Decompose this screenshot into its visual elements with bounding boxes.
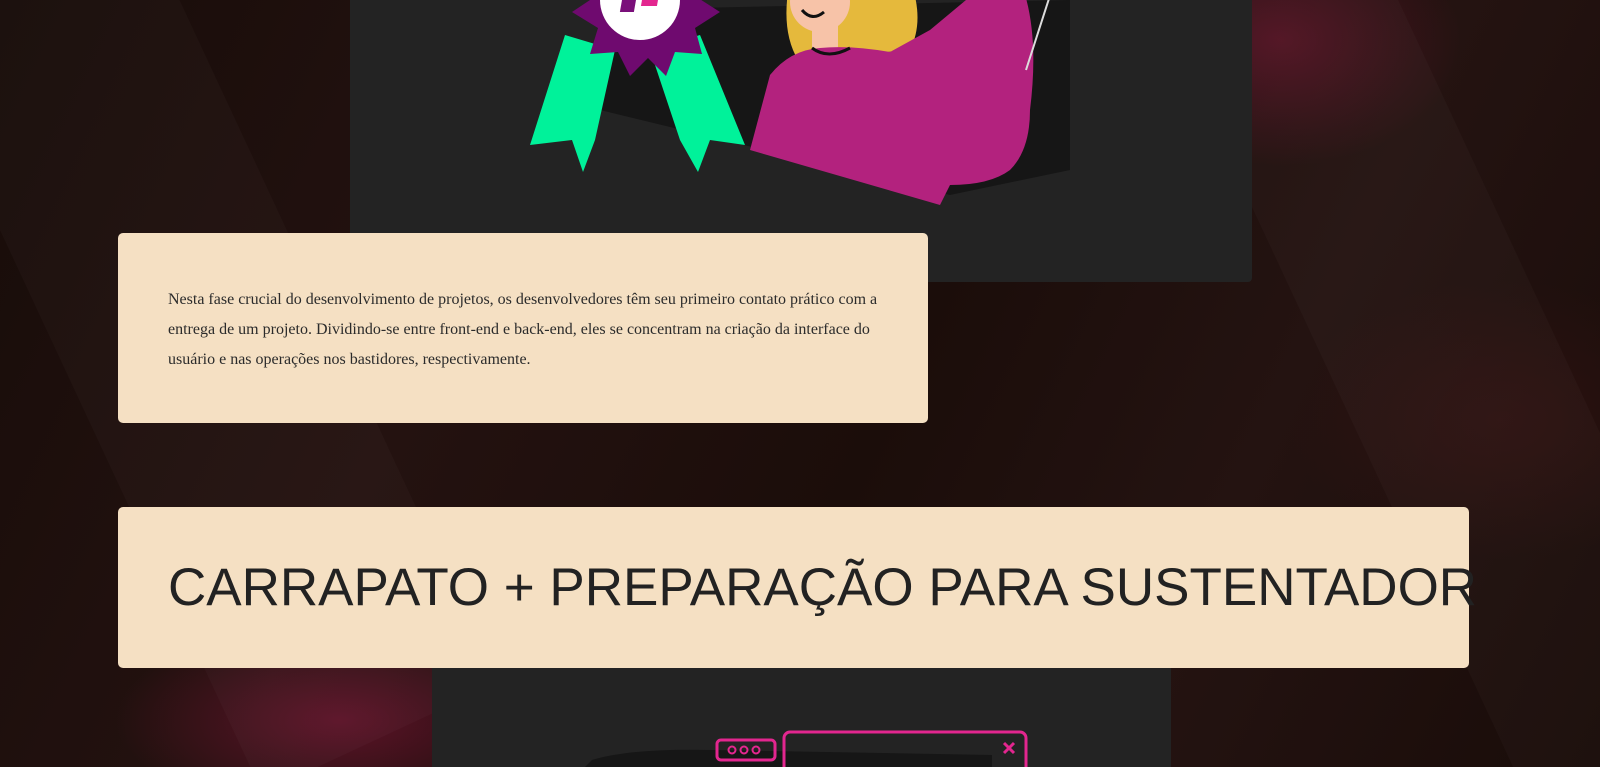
ribbon-left bbox=[530, 35, 615, 172]
close-icon bbox=[1002, 741, 1016, 755]
person-neck bbox=[812, 25, 838, 49]
description-text: Nesta fase crucial do desenvolvimento de… bbox=[168, 291, 878, 368]
section-title-card: CARRAPATO + PREPARAÇÃO PARA SUSTENTADOR bbox=[118, 507, 1477, 668]
illustration-shadow bbox=[585, 749, 992, 767]
section-illustration-panel bbox=[432, 660, 1171, 767]
section-title: CARRAPATO + PREPARAÇÃO PARA SUSTENTADOR bbox=[168, 558, 1478, 617]
description-card: Nesta fase crucial do desenvolvimento de… bbox=[118, 233, 928, 423]
browser-windows-illustration bbox=[585, 730, 1028, 767]
